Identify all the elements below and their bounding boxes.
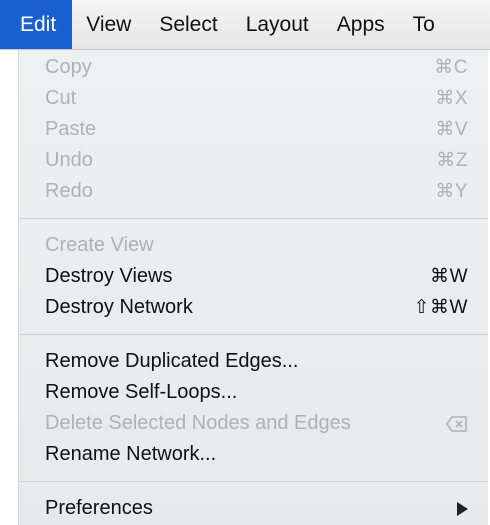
- delete-key-icon: [446, 415, 467, 432]
- menu-item-label: Paste: [45, 118, 97, 140]
- menu-item-label: Rename Network...: [45, 443, 217, 465]
- menu-item-remove-duplicated-edges[interactable]: Remove Duplicated Edges...: [19, 346, 488, 377]
- menu-item-shortcut: ⌘Z: [436, 150, 468, 171]
- menubar-layout[interactable]: Layout: [232, 0, 323, 49]
- menu-item-label: Create View: [45, 234, 154, 256]
- menu-item-shortcut: ⌘W: [430, 266, 468, 287]
- menu-item-delete-selected: Delete Selected Nodes and Edges: [19, 408, 488, 439]
- menu-item-label: Remove Duplicated Edges...: [45, 350, 299, 372]
- menu-item-shortcut: ⌘Y: [435, 181, 468, 202]
- menu-item-rename-network[interactable]: Rename Network...: [19, 439, 488, 470]
- menu-separator: [19, 334, 488, 335]
- screen: Edit View Select Layout Apps To Copy ⌘C …: [0, 0, 490, 525]
- menubar-select[interactable]: Select: [145, 0, 231, 49]
- menu-item-label: Delete Selected Nodes and Edges: [45, 412, 351, 434]
- menu-bar: Edit View Select Layout Apps To: [0, 0, 490, 50]
- menubar-tools[interactable]: To: [399, 0, 449, 49]
- menu-item-destroy-network[interactable]: Destroy Network ⇧⌘W: [19, 292, 488, 323]
- menu-item-shortcut: ⌘C: [434, 57, 468, 78]
- menu-item-redo: Redo ⌘Y: [19, 176, 488, 207]
- menubar-edit[interactable]: Edit: [0, 0, 73, 49]
- menu-item-copy: Copy ⌘C: [19, 52, 488, 83]
- submenu-arrow-icon: [457, 501, 468, 516]
- menu-item-cut: Cut ⌘X: [19, 83, 488, 114]
- menu-item-shortcut: ⇧⌘W: [413, 297, 468, 318]
- menubar-apps[interactable]: Apps: [323, 0, 399, 49]
- menu-item-label: Copy: [45, 56, 92, 78]
- menu-separator: [19, 481, 488, 482]
- menu-item-destroy-views[interactable]: Destroy Views ⌘W: [19, 261, 488, 292]
- menu-item-label: Preferences: [45, 497, 153, 519]
- menu-separator: [19, 218, 488, 219]
- menu-item-paste: Paste ⌘V: [19, 114, 488, 145]
- edit-dropdown-menu: Copy ⌘C Cut ⌘X Paste ⌘V Undo ⌘Z Redo ⌘Y …: [18, 50, 488, 525]
- menu-item-undo: Undo ⌘Z: [19, 145, 488, 176]
- menu-item-label: Undo: [45, 149, 93, 171]
- menu-item-label: Redo: [45, 180, 93, 202]
- menu-item-label: Destroy Views: [45, 265, 173, 287]
- menu-item-label: Remove Self-Loops...: [45, 381, 238, 403]
- menu-item-remove-self-loops[interactable]: Remove Self-Loops...: [19, 377, 488, 408]
- menu-item-label: Cut: [45, 87, 77, 109]
- menu-item-create-view: Create View: [19, 230, 488, 261]
- menu-item-label: Destroy Network: [45, 296, 193, 318]
- menu-item-preferences[interactable]: Preferences: [19, 493, 488, 524]
- menubar-view[interactable]: View: [72, 0, 145, 49]
- menu-item-shortcut: ⌘V: [435, 119, 468, 140]
- menu-item-shortcut: ⌘X: [435, 88, 468, 109]
